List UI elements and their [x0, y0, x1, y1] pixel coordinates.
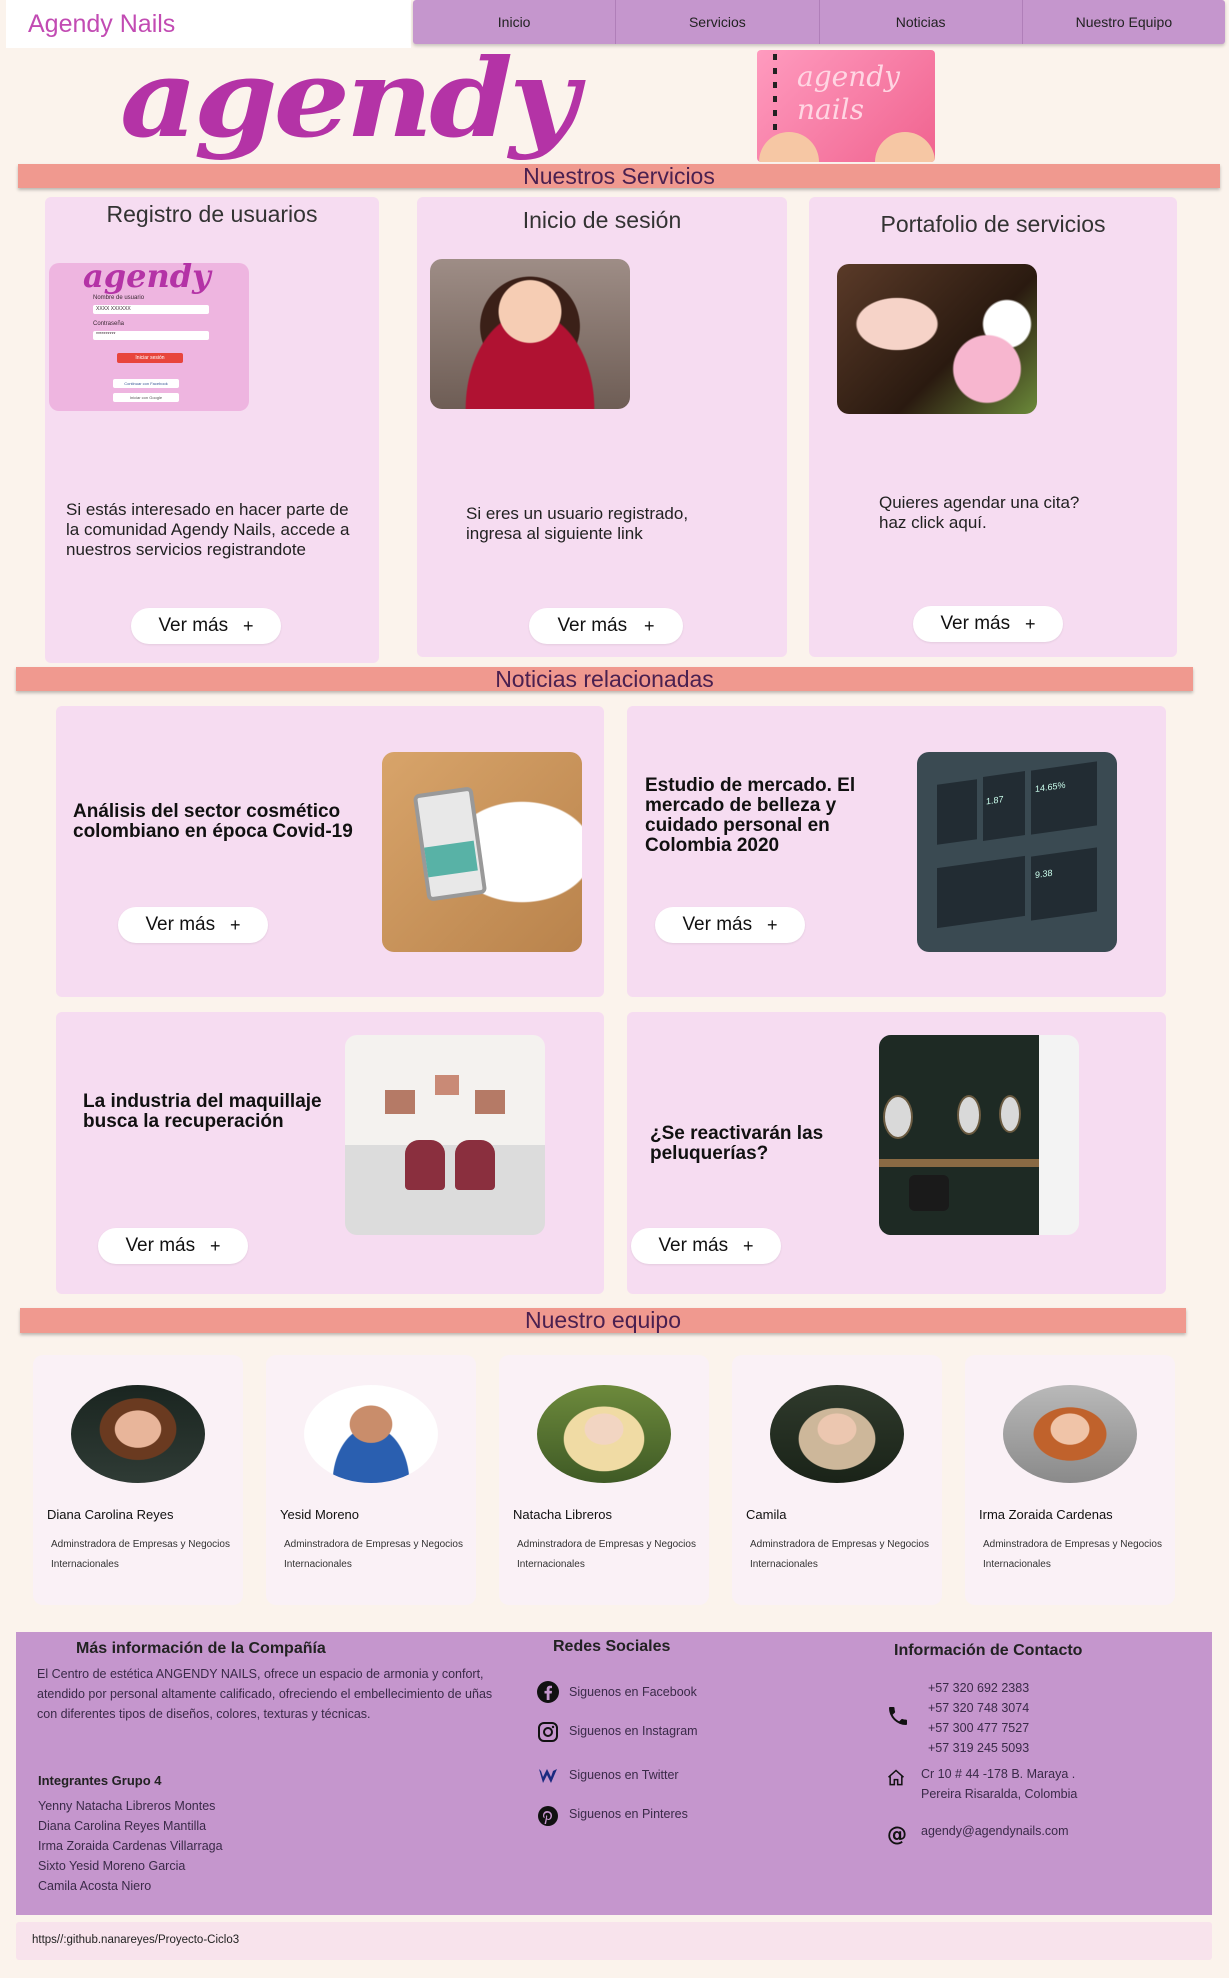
phone-number[interactable]: +57 300 477 7527	[928, 1718, 1029, 1738]
footer: Más información de la Compañía El Centro…	[16, 1632, 1212, 1915]
team-member-card: Yesid Moreno Adminstradora de Empresas y…	[266, 1355, 476, 1605]
avatar	[304, 1385, 438, 1483]
plus-icon: +	[1025, 613, 1036, 634]
avatar	[71, 1385, 205, 1483]
ver-mas-button[interactable]: Ver más +	[131, 608, 281, 644]
avatar	[770, 1385, 904, 1483]
news-card: La industria del maquillaje busca la rec…	[56, 1012, 604, 1294]
nails-flowers-photo	[837, 264, 1037, 414]
ver-mas-button[interactable]: Ver más +	[631, 1228, 781, 1264]
team-member-name: Yesid Moreno	[280, 1507, 360, 1522]
facebook-link[interactable]: Siguenos en Facebook	[569, 1685, 697, 1699]
service-card-title: Inicio de sesión	[522, 207, 682, 233]
ver-mas-button[interactable]: Ver más +	[118, 907, 268, 943]
twitter-icon[interactable]	[536, 1764, 560, 1788]
news-card: Estudio de mercado. El mercado de bellez…	[627, 706, 1166, 997]
news-headline: Análisis del sector cosmético colombiano…	[73, 801, 353, 842]
ver-mas-button[interactable]: Ver más +	[655, 907, 805, 943]
at-sign-icon: @	[887, 1822, 907, 1846]
news-headline: ¿Se reactivarán las peluquerías?	[650, 1123, 824, 1164]
email-link[interactable]: agendy@agendynails.com	[921, 1824, 1069, 1838]
avatar	[1003, 1385, 1137, 1483]
address-line: Pereira Risaralda, Colombia	[921, 1787, 1078, 1801]
twitter-link[interactable]: Siguenos en Twitter	[569, 1768, 679, 1782]
news-section-title: Noticias relacionadas	[16, 666, 1193, 692]
group-member: Irma Zoraida Cardenas Villarraga	[38, 1839, 223, 1853]
company-description: El Centro de estética ANGENDY NAILS, ofr…	[37, 1667, 493, 1721]
nav-equipo[interactable]: Nuestro Equipo	[1023, 0, 1225, 44]
news-card: Análisis del sector cosmético colombiano…	[56, 706, 604, 997]
team-member-name: Irma Zoraida Cardenas	[979, 1507, 1113, 1522]
services-section-title: Nuestros Servicios	[18, 163, 1220, 189]
ver-mas-button[interactable]: Ver más +	[529, 608, 683, 644]
team-member-role: Adminstradora de Empresas y Negocios Int…	[517, 1539, 696, 1570]
phone-number[interactable]: +57 320 748 3074	[928, 1698, 1029, 1718]
market-dashboard-photo: 1.87 14.65% 9.38	[917, 752, 1117, 952]
ver-mas-button[interactable]: Ver más +	[98, 1228, 248, 1264]
login-form-screenshot: agendy Nombre de usuario XXXX XXXXXX Con…	[49, 257, 249, 411]
group-member: Camila Acosta Niero	[38, 1879, 152, 1893]
company-info-title: Más información de la Compañía	[76, 1640, 326, 1657]
team-member-role: Adminstradora de Empresas y Negocios Int…	[51, 1539, 230, 1570]
team-member-role: Adminstradora de Empresas y Negocios Int…	[284, 1539, 463, 1570]
instagram-icon[interactable]	[536, 1720, 560, 1744]
team-member-name: Camila	[746, 1507, 787, 1522]
team-member-role: Adminstradora de Empresas y Negocios Int…	[750, 1539, 929, 1570]
team-member-card: Camila Adminstradora de Empresas y Negoc…	[732, 1355, 942, 1605]
instagram-link[interactable]: Siguenos en Instagram	[569, 1724, 698, 1738]
service-card-text: Si estás interesado en hacer parte de la…	[66, 500, 350, 559]
home-icon	[888, 1769, 904, 1786]
group-member: Yenny Natacha Libreros Montes	[38, 1799, 216, 1813]
news-headline: La industria del maquillaje busca la rec…	[83, 1091, 322, 1132]
makeup-salon-photo	[345, 1035, 545, 1235]
address-line: Cr 10 # 44 -178 B. Maraya .	[921, 1767, 1076, 1781]
avatar	[537, 1385, 671, 1483]
service-card-registro: Registro de usuarios agendy Nombre de us…	[45, 197, 379, 663]
plus-icon: +	[743, 1235, 754, 1256]
team-member-card: Diana Carolina Reyes Adminstradora de Em…	[33, 1355, 243, 1605]
nav-noticias[interactable]: Noticias	[820, 0, 1023, 44]
agendy-wordmark-logo: agendy	[120, 35, 579, 162]
phone-number[interactable]: +57 319 245 5093	[928, 1738, 1029, 1758]
group-title: Integrantes Grupo 4	[38, 1773, 162, 1788]
service-card-login: Inicio de sesión Si eres un usuario regi…	[417, 197, 787, 657]
pinterest-link[interactable]: Siguenos en Pinteres	[569, 1807, 688, 1821]
news-headline: Estudio de mercado. El mercado de bellez…	[645, 775, 856, 856]
nav-servicios[interactable]: Servicios	[616, 0, 820, 44]
team-member-role: Adminstradora de Empresas y Negocios Int…	[983, 1539, 1162, 1570]
group-member: Diana Carolina Reyes Mantilla	[38, 1819, 207, 1833]
plus-icon: +	[243, 615, 254, 636]
team-member-card: Irma Zoraida Cardenas Adminstradora de E…	[965, 1355, 1175, 1605]
contact-title: Información de Contacto	[894, 1642, 1083, 1659]
phone-number[interactable]: +57 320 692 2383	[928, 1678, 1029, 1698]
plus-icon: +	[210, 1235, 221, 1256]
url-bar: https//:github.nanareyes/Proyecto-Ciclo3	[16, 1922, 1212, 1960]
news-card: ¿Se reactivarán las peluquerías? Ver más…	[627, 1012, 1166, 1294]
team-member-name: Diana Carolina Reyes	[47, 1507, 174, 1522]
facebook-icon[interactable]	[536, 1680, 560, 1704]
service-card-title: Portafolio de servicios	[880, 211, 1106, 237]
plus-icon: +	[230, 914, 241, 935]
team-member-card: Natacha Libreros Adminstradora de Empres…	[499, 1355, 709, 1605]
phone-icon	[889, 1707, 907, 1725]
smiling-woman-photo	[430, 259, 630, 409]
service-card-portafolio: Portafolio de servicios Quieres agendar …	[809, 197, 1177, 657]
pinterest-icon[interactable]	[536, 1804, 560, 1828]
service-card-text: Si eres un usuario registrado, ingresa a…	[466, 504, 689, 543]
ver-mas-button[interactable]: Ver más +	[913, 606, 1063, 642]
plus-icon: +	[767, 914, 778, 935]
cosmetic-sector-photo	[382, 752, 582, 952]
notebook-logo-image: agendy nails	[757, 50, 935, 162]
team-section-title: Nuestro equipo	[20, 1307, 1186, 1333]
team-member-name: Natacha Libreros	[513, 1507, 612, 1522]
social-title: Redes Sociales	[553, 1638, 671, 1655]
plus-icon: +	[644, 615, 655, 636]
svg-text:@: @	[887, 1822, 907, 1846]
service-card-title: Registro de usuarios	[106, 201, 318, 227]
hair-salon-photo	[879, 1035, 1079, 1235]
group-member: Sixto Yesid Moreno Garcia	[38, 1859, 186, 1873]
service-card-text: Quieres agendar una cita? haz click aquí…	[879, 493, 1080, 532]
repository-url[interactable]: https//:github.nanareyes/Proyecto-Ciclo3	[32, 1934, 239, 1946]
